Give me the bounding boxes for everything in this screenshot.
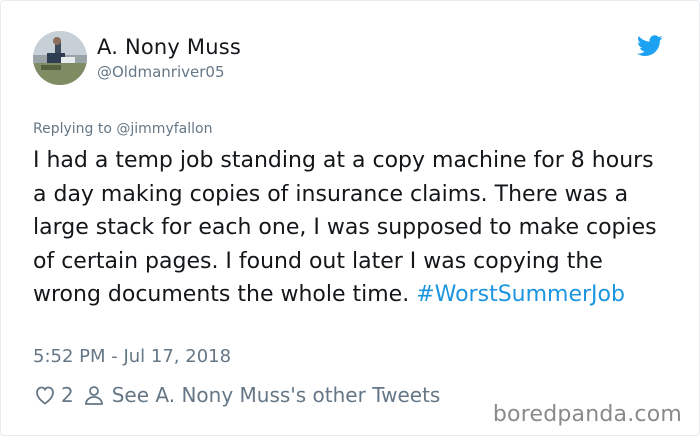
- reply-mention-link[interactable]: @jimmyfallon: [116, 121, 212, 137]
- replying-to-prefix: Replying to: [33, 121, 112, 137]
- twitter-bird-icon[interactable]: [637, 35, 663, 57]
- like-count: 2: [61, 383, 74, 407]
- watermark: boredpanda.com: [492, 402, 682, 427]
- tweet-timestamp[interactable]: 5:52 PM - Jul 17, 2018: [33, 346, 231, 367]
- tweet-card: A. Nony Muss @Oldmanriver05 Replying to …: [0, 0, 700, 436]
- author-names: A. Nony Muss @Oldmanriver05: [97, 34, 241, 82]
- replying-to: Replying to @jimmyfallon: [33, 121, 212, 137]
- tweet-header: A. Nony Muss @Oldmanriver05: [33, 31, 669, 91]
- avatar-photo: [33, 31, 87, 85]
- other-tweets-link[interactable]: See A. Nony Muss's other Tweets: [112, 383, 441, 407]
- tweet-actions: 2 See A. Nony Muss's other Tweets: [33, 381, 440, 409]
- person-icon[interactable]: [82, 383, 106, 407]
- user-handle[interactable]: @Oldmanriver05: [97, 62, 241, 82]
- avatar[interactable]: [33, 31, 87, 85]
- display-name[interactable]: A. Nony Muss: [97, 34, 241, 60]
- hashtag-link[interactable]: #WorstSummerJob: [416, 282, 625, 307]
- tweet-text: I had a temp job standing at a copy mach…: [33, 144, 673, 312]
- heart-icon[interactable]: [33, 383, 57, 407]
